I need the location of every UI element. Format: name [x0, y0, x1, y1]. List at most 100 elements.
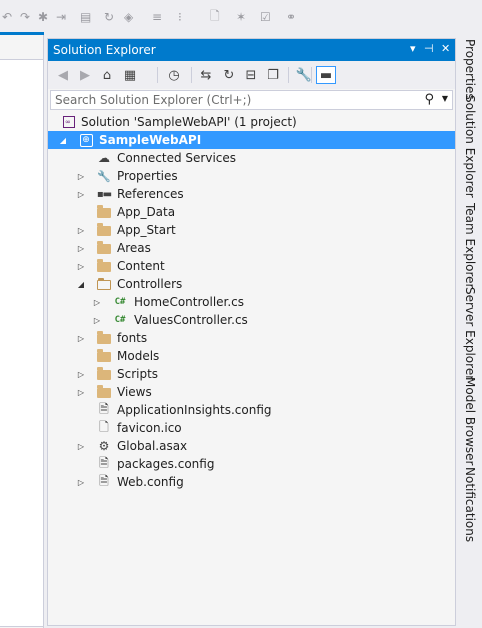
folder-icon [96, 204, 112, 220]
undo-icon[interactable]: ↶ [2, 9, 12, 25]
restart-icon[interactable]: ↻ [104, 9, 114, 25]
tree-item[interactable]: ▷ App_Start [48, 221, 455, 239]
save-all-icon[interactable]: ☑ [260, 9, 271, 25]
forward-icon[interactable]: ▶ [77, 67, 93, 83]
switch-views-icon[interactable]: ▦ [122, 67, 138, 83]
expand-arrow-icon[interactable]: ▷ [76, 221, 86, 239]
tree-item[interactable]: ▷ C# HomeController.cs [48, 293, 455, 311]
tree-item[interactable]: ▷ Scripts [48, 365, 455, 383]
expand-arrow-icon[interactable]: ▷ [76, 185, 86, 203]
collapse-arrow-icon[interactable]: ◢ [58, 131, 68, 149]
redo-icon[interactable]: ↷ [20, 9, 30, 25]
expand-arrow-icon[interactable]: ▷ [76, 239, 86, 257]
expand-arrow-icon[interactable]: ▷ [76, 473, 86, 491]
folder-icon [96, 222, 112, 238]
dock-tab-model-browser[interactable]: Model Browser [461, 377, 479, 465]
tree-item-label: Areas [117, 241, 151, 255]
tree-item[interactable]: ▷ fonts [48, 329, 455, 347]
properties-wrench-icon[interactable]: 🔧 [296, 67, 312, 83]
config-file-icon: 🗎 [99, 401, 109, 416]
folder-icon [96, 384, 112, 400]
expand-arrow-icon[interactable]: ▷ [76, 365, 86, 383]
tree-item[interactable]: App_Data [48, 203, 455, 221]
dock-tab-solution-explorer[interactable]: Solution Explorer [461, 95, 479, 199]
debug-icon[interactable]: ✱ [38, 9, 48, 25]
dock-tab-team-explorer[interactable]: Team Explorer [461, 203, 479, 289]
search-options-chevron-down-icon[interactable]: ▼ [442, 94, 448, 103]
panel-title: Solution Explorer [53, 43, 156, 57]
solution-explorer-title-bar[interactable]: Solution Explorer ▾ ⊣ ✕ [48, 39, 455, 61]
expand-arrow-icon[interactable]: ▷ [76, 257, 86, 275]
folder-icon [96, 258, 112, 274]
tree-item-label: Views [117, 385, 152, 399]
tree-item[interactable]: ∞ Solution 'SampleWebAPI' (1 project) [48, 113, 455, 131]
tree-item[interactable]: Models [48, 347, 455, 365]
expand-arrow-icon[interactable]: ▷ [76, 329, 86, 347]
close-icon[interactable]: ✕ [441, 42, 450, 55]
global-asax-icon: ⚙ [98, 439, 110, 453]
folder-icon [96, 240, 112, 256]
tree-item-label: App_Data [117, 205, 176, 219]
expand-arrow-icon[interactable]: ▷ [76, 383, 86, 401]
step-over-icon[interactable]: ⇥ [56, 9, 66, 25]
window-position-dropdown-icon[interactable]: ▾ [410, 42, 416, 55]
tree-item[interactable]: ▷ ▪▬ References [48, 185, 455, 203]
tree-item[interactable]: ◢ Controllers [48, 275, 455, 293]
tree-item-label: fonts [117, 331, 148, 345]
main-toolbar: ↶ ↷ ✱ ⇥ ▤ ↻ ◈ ≡ ⁝ 🗋 ✶ ☑ ⚭ [0, 0, 482, 32]
link-icon[interactable]: ⚭ [286, 9, 296, 25]
comment-icon[interactable]: ⁝ [178, 9, 182, 25]
tree-item[interactable]: ▷ C# ValuesController.cs [48, 311, 455, 329]
bookmark-icon[interactable]: 🗋 [210, 9, 220, 25]
tree-item[interactable]: 🗎 packages.config [48, 455, 455, 473]
tree-item[interactable]: 🗎 ApplicationInsights.config [48, 401, 455, 419]
dock-tab-server-explorer[interactable]: Server Explorer [461, 287, 479, 380]
collapse-all-icon[interactable]: ⊟ [243, 67, 259, 83]
step-into-icon[interactable]: ▤ [80, 9, 91, 25]
tree-item[interactable]: ▷ Areas [48, 239, 455, 257]
dock-tab-notifications[interactable]: Notifications [461, 467, 479, 571]
tree-item[interactable]: ▷ 🗎 Web.config [48, 473, 455, 491]
folder-icon [96, 366, 112, 382]
dock-tab-label: Properties [463, 39, 477, 100]
refresh-icon[interactable]: ↻ [221, 67, 237, 83]
sync-icon[interactable]: ⇆ [198, 67, 214, 83]
tree-item[interactable]: ▷ ⚙ Global.asax [48, 437, 455, 455]
auto-hide-pin-icon[interactable]: ⊣ [424, 42, 434, 55]
expand-arrow-icon[interactable]: ▷ [92, 293, 102, 311]
solution-icon: ∞ [61, 114, 77, 130]
expand-arrow-icon[interactable]: ▷ [76, 437, 86, 455]
tree-item[interactable]: ▷ 🔧 Properties [48, 167, 455, 185]
tree-item[interactable]: 🗋 favicon.ico [48, 419, 455, 437]
folder-icon [96, 348, 112, 364]
dock-tab-properties[interactable]: Properties [461, 39, 479, 100]
show-all-files-icon[interactable]: ❐ [265, 67, 281, 83]
tree-item-label: App_Start [117, 223, 176, 237]
back-icon[interactable]: ◀ [55, 67, 71, 83]
new-item-icon[interactable]: ✶ [236, 9, 246, 25]
editor-surface[interactable] [0, 59, 43, 627]
expand-arrow-icon[interactable]: ▷ [92, 311, 102, 329]
folder-open-icon [96, 276, 112, 292]
tree-item-label: HomeController.cs [134, 295, 245, 309]
references-icon: ▪▬ [96, 188, 112, 200]
tree-item[interactable]: ☁ Connected Services [48, 149, 455, 167]
search-input[interactable] [51, 91, 425, 109]
collapse-arrow-icon[interactable]: ◢ [76, 275, 86, 293]
search-icon[interactable]: ⚲ [424, 92, 434, 107]
tree-item-label: Connected Services [117, 151, 237, 165]
align-icon[interactable]: ≡ [152, 9, 162, 25]
tree-item-label: ValuesController.cs [134, 313, 248, 327]
expand-arrow-icon[interactable]: ▷ [76, 167, 86, 185]
csharp-file-icon: C# [114, 297, 126, 307]
preview-icon[interactable]: ▬ [316, 66, 336, 84]
tree-item-label: Properties [117, 169, 178, 183]
home-icon[interactable]: ⌂ [99, 67, 115, 83]
tree-item[interactable]: ▷ Views [48, 383, 455, 401]
tree-item[interactable]: ◢ ⊕ SampleWebAPI [48, 131, 455, 149]
pending-changes-icon[interactable]: ◷ [166, 67, 182, 83]
stop-icon[interactable]: ◈ [124, 9, 133, 25]
tree-item-label: Web.config [117, 475, 184, 489]
file-icon: 🗋 [99, 419, 109, 434]
tree-item[interactable]: ▷ Content [48, 257, 455, 275]
